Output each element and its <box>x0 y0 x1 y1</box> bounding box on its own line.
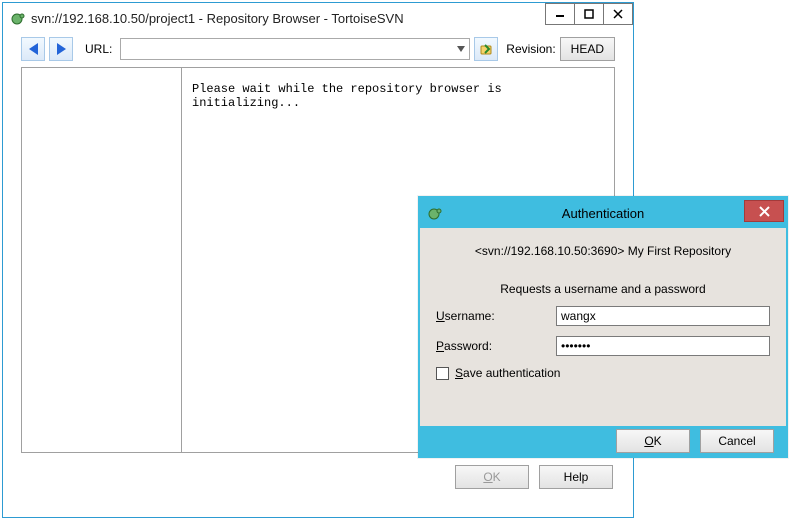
password-label: Password: <box>436 339 556 353</box>
url-combobox[interactable] <box>120 38 470 60</box>
auth-close-button[interactable] <box>744 200 784 222</box>
auth-cancel-button[interactable]: Cancel <box>700 429 774 453</box>
titlebar[interactable]: svn://192.168.10.50/project1 - Repositor… <box>3 3 633 33</box>
url-field[interactable] <box>121 39 453 59</box>
auth-body: <svn://192.168.10.50:3690> My First Repo… <box>420 228 786 426</box>
username-row: Username: <box>436 306 770 326</box>
auth-footer: OK Cancel <box>420 426 786 456</box>
back-button[interactable] <box>21 37 45 61</box>
maximize-button[interactable] <box>574 3 604 25</box>
forward-arrow-icon <box>57 43 66 55</box>
auth-ok-button[interactable]: OK <box>616 429 690 453</box>
authentication-dialog: Authentication <svn://192.168.10.50:3690… <box>418 196 788 458</box>
save-auth-checkbox[interactable] <box>436 367 449 380</box>
footer: OK Help <box>3 453 633 501</box>
password-row: Password: <box>436 336 770 356</box>
help-button[interactable]: Help <box>539 465 613 489</box>
close-icon <box>759 206 770 217</box>
ok-button[interactable]: OK <box>455 465 529 489</box>
password-input[interactable] <box>556 336 770 356</box>
status-text: Please wait while the repository browser… <box>192 82 502 110</box>
head-button[interactable]: HEAD <box>560 37 615 61</box>
tortoise-icon <box>426 205 442 221</box>
minimize-button[interactable] <box>545 3 575 25</box>
auth-title: Authentication <box>562 206 644 221</box>
auth-titlebar[interactable]: Authentication <box>420 198 786 228</box>
revision-label: Revision: <box>506 42 555 56</box>
toolbar: URL: Revision: HEAD <box>21 37 615 61</box>
close-button[interactable] <box>603 3 633 25</box>
go-icon <box>479 42 493 56</box>
forward-button[interactable] <box>49 37 73 61</box>
tortoise-icon <box>9 10 25 26</box>
go-button[interactable] <box>474 37 498 61</box>
auth-repo-line: <svn://192.168.10.50:3690> My First Repo… <box>436 244 770 258</box>
window-title: svn://192.168.10.50/project1 - Repositor… <box>31 11 404 26</box>
auth-request-line: Requests a username and a password <box>436 282 770 296</box>
save-auth-row: Save authentication <box>436 366 770 380</box>
chevron-down-icon[interactable] <box>453 39 469 59</box>
username-input[interactable] <box>556 306 770 326</box>
url-label: URL: <box>85 42 112 56</box>
back-arrow-icon <box>29 43 38 55</box>
username-label: Username: <box>436 309 556 323</box>
window-controls <box>546 3 633 25</box>
tree-pane[interactable] <box>22 68 182 452</box>
ok-label-rest: K <box>493 470 501 484</box>
save-auth-label[interactable]: Save authentication <box>455 366 560 380</box>
